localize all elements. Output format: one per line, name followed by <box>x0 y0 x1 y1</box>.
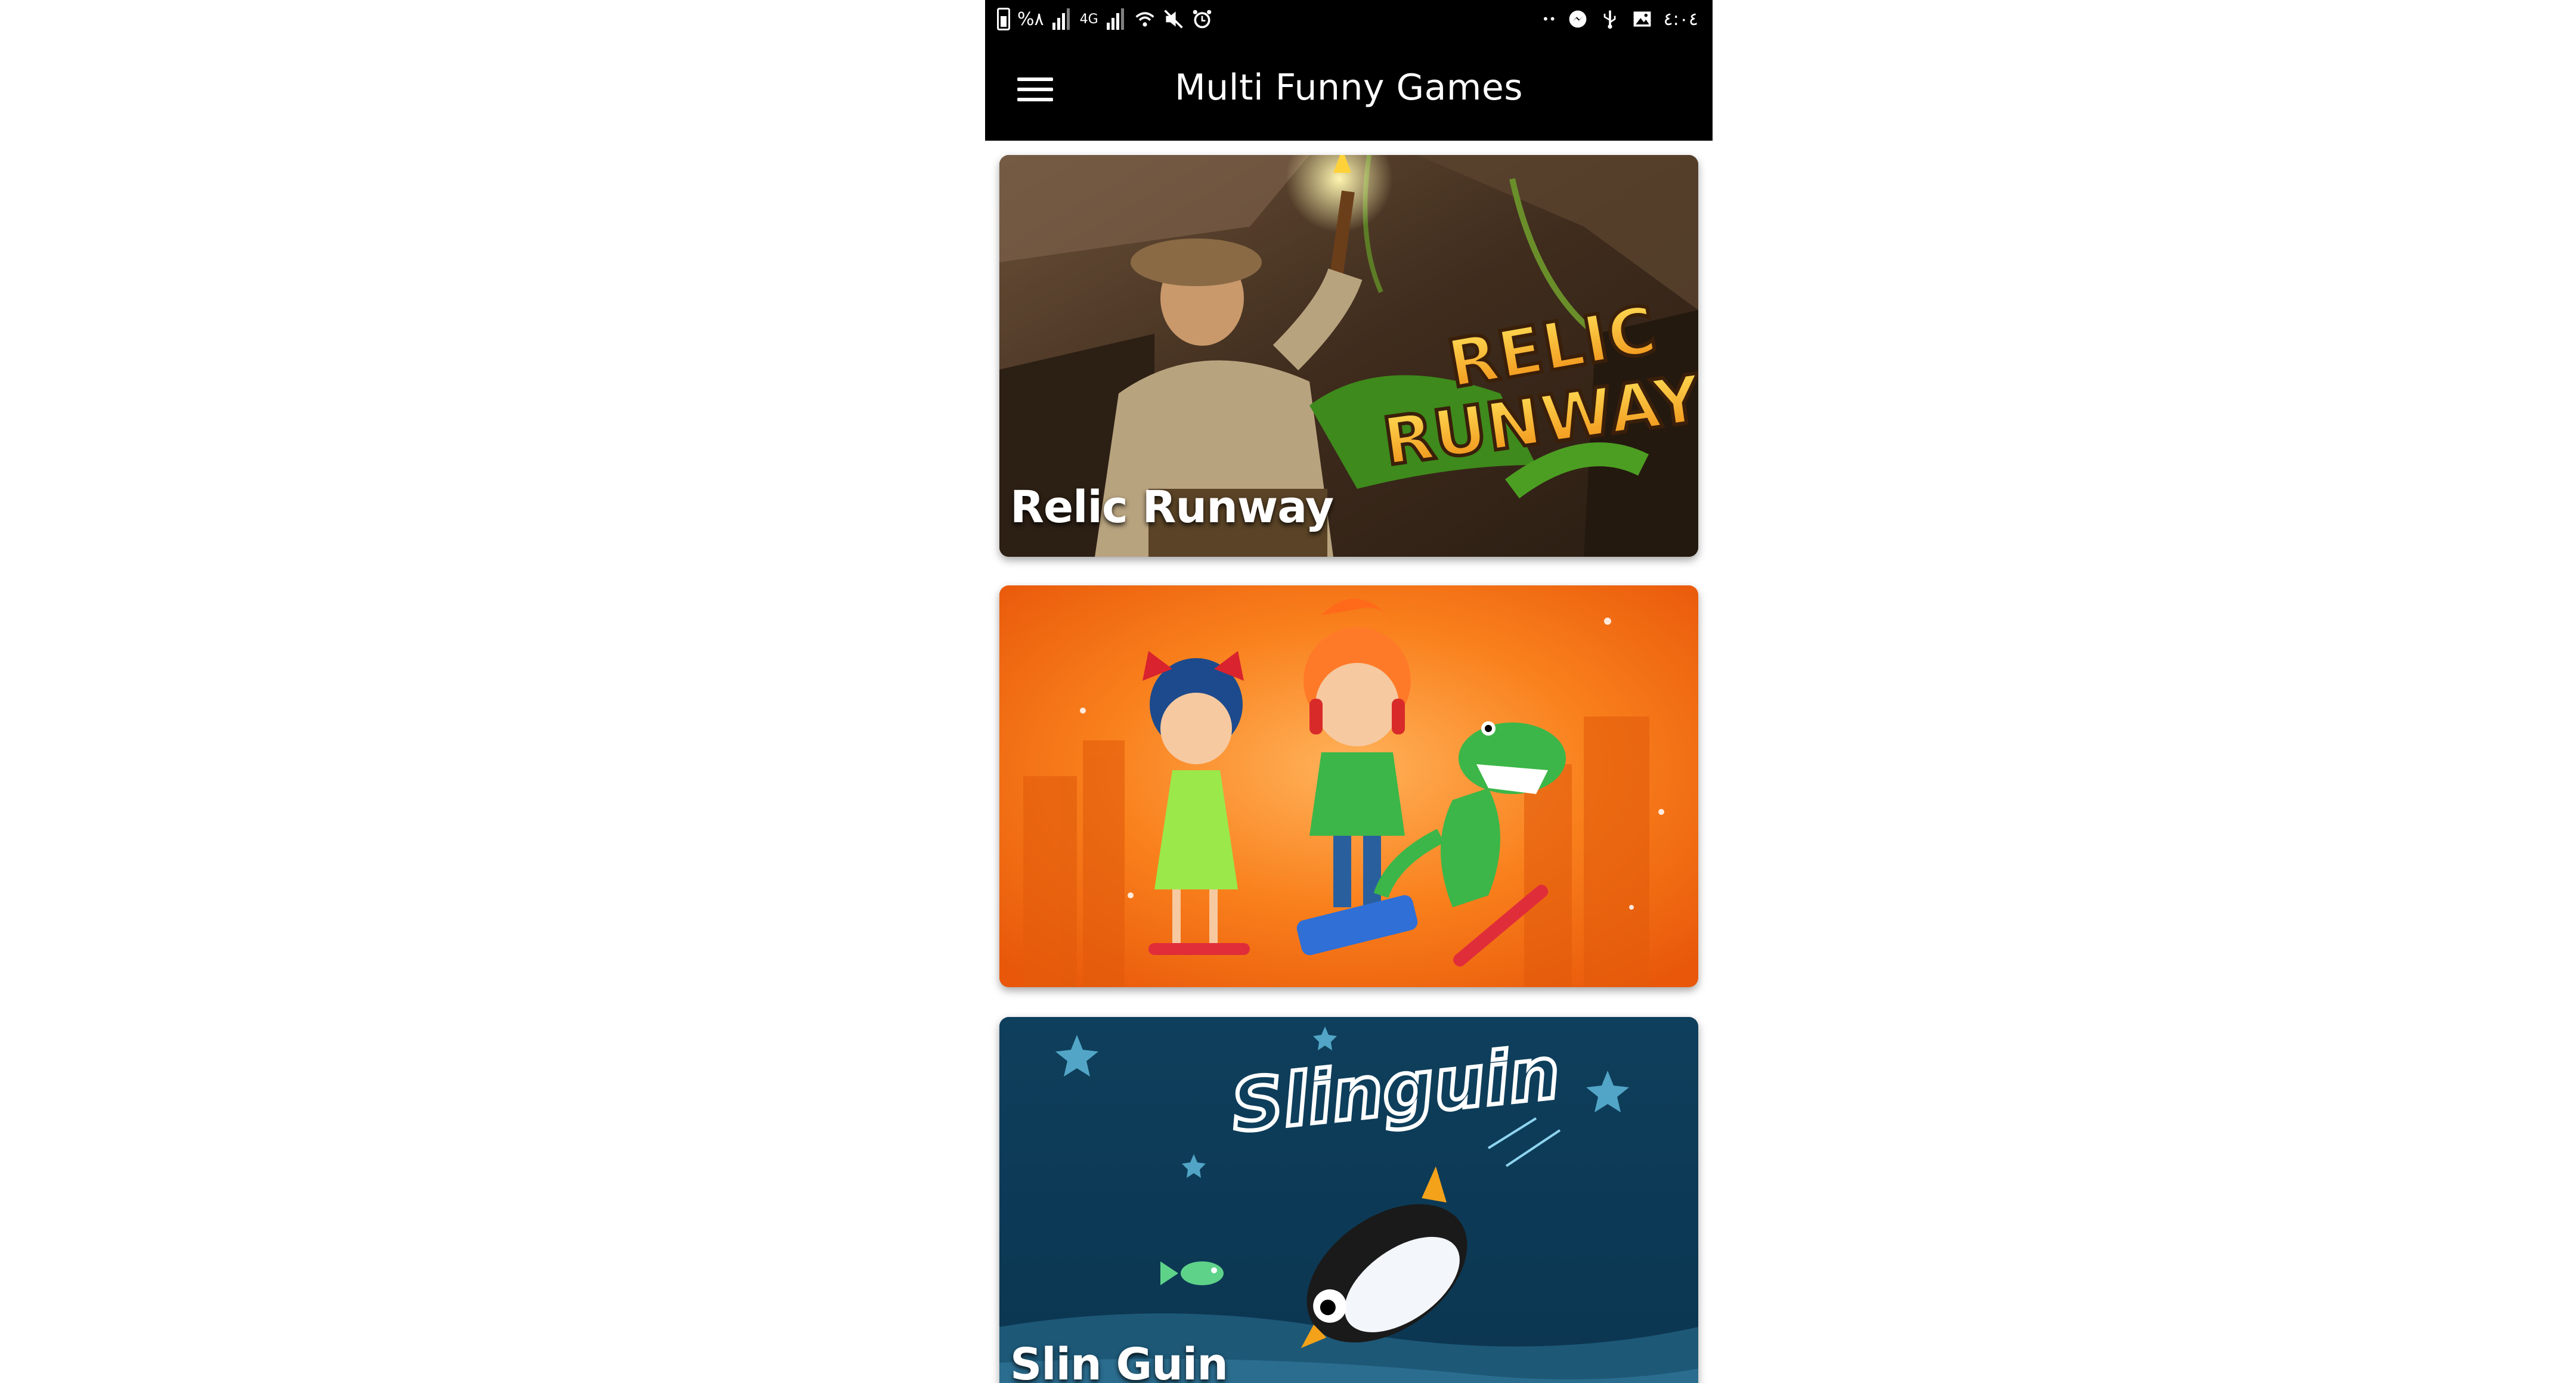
image-icon <box>1633 11 1651 27</box>
phone-screen: %٨ 4G •• ٤:٠٤ Multi Funny Games RELIC RU… <box>985 0 1713 1383</box>
messenger-icon <box>1569 10 1586 28</box>
game-title: Slin Guin <box>1010 1339 1228 1383</box>
signal-icon <box>1106 8 1124 30</box>
status-right-group: •• ٤:٠٤ <box>1542 7 1698 31</box>
skateboard-kids-artwork <box>999 585 1698 987</box>
mute-icon <box>1164 10 1183 29</box>
signal-icon <box>1052 8 1070 30</box>
usb-icon <box>1603 10 1615 29</box>
status-bar: %٨ 4G •• ٤:٠٤ <box>985 0 1713 41</box>
alarm-icon <box>1193 10 1211 29</box>
status-left-group: %٨ 4G <box>997 7 1213 31</box>
game-card-slin-guin[interactable]: Slinguin Slin Guin <box>999 1017 1698 1383</box>
battery-icon <box>997 8 1010 30</box>
game-title: Relic Runway <box>1010 482 1334 533</box>
game-card-relic-runway[interactable]: RELIC RUNWAY Relic Runway <box>999 155 1698 557</box>
app-bar: Multi Funny Games <box>985 41 1713 141</box>
network-type-text: 4G <box>1079 11 1098 27</box>
game-card-skateboard-kids[interactable] <box>999 585 1698 987</box>
app-title: Multi Funny Games <box>1174 67 1523 108</box>
slin-guin-artwork: Slinguin <box>999 1017 1698 1383</box>
clock-text: ٤:٠٤ <box>1663 8 1698 30</box>
wifi-icon <box>1135 12 1154 27</box>
notification-dots: •• <box>1541 12 1556 26</box>
battery-percent-text: %٨ <box>1017 8 1044 30</box>
